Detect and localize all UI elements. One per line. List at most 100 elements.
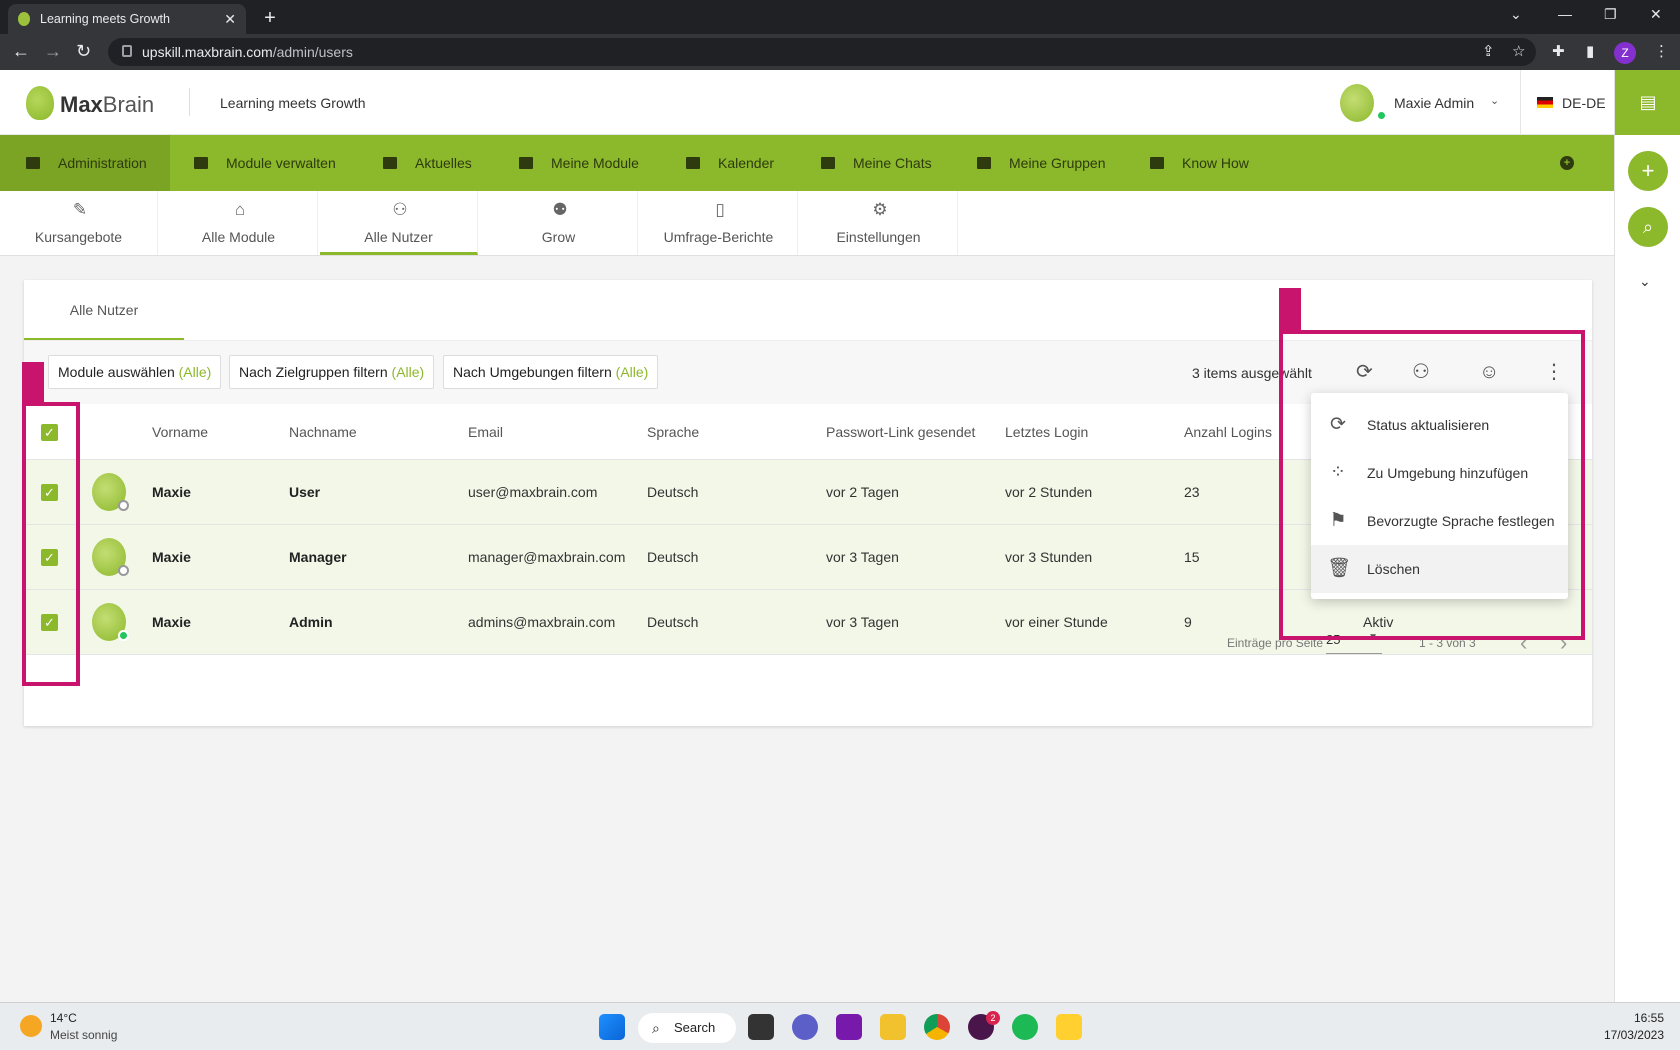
rail-expand-chevron-icon[interactable]: ⌄ bbox=[1639, 273, 1651, 290]
admin-sub-tabs: ✎ Kursangebote ⌂ Alle Module ⚇ Alle Nutz… bbox=[0, 191, 1614, 256]
people-group-icon: ⚉ bbox=[552, 200, 568, 219]
report-file-icon: ▯ bbox=[715, 200, 725, 219]
users-icon: ⚇ bbox=[392, 200, 408, 219]
close-tab-icon[interactable]: ✕ bbox=[224, 11, 236, 28]
language-selector[interactable]: DE-DE bbox=[1562, 95, 1606, 111]
chrome-menu-icon[interactable]: ⋮ bbox=[1654, 42, 1669, 60]
admin-icon bbox=[26, 157, 40, 169]
cell-first-name: Maxie bbox=[152, 614, 191, 630]
chat-panel-button[interactable]: ▤ bbox=[1615, 70, 1680, 135]
german-flag-icon bbox=[1537, 97, 1553, 108]
nav-aktuelles[interactable]: Aktuelles bbox=[383, 135, 472, 191]
nav-module-verwalten[interactable]: Module verwalten bbox=[194, 135, 336, 191]
tab-alle-nutzer[interactable]: ⚇ Alle Nutzer bbox=[320, 191, 478, 255]
restore-icon[interactable]: ❐ bbox=[1604, 6, 1617, 23]
miro-icon[interactable] bbox=[1056, 1014, 1082, 1040]
nav-meine-gruppen[interactable]: Meine Gruppen bbox=[977, 135, 1106, 191]
task-view-icon[interactable] bbox=[748, 1014, 774, 1040]
lock-icon bbox=[122, 45, 132, 57]
new-tab-button[interactable]: + bbox=[258, 7, 282, 31]
nav-add-icon[interactable]: + bbox=[1560, 156, 1574, 170]
calendar-icon bbox=[686, 157, 700, 169]
col-email[interactable]: Email bbox=[468, 424, 503, 440]
menu-highlight-tag bbox=[1279, 288, 1301, 332]
profile-avatar[interactable]: Z bbox=[1614, 42, 1636, 64]
online-status-dot bbox=[118, 630, 129, 641]
clock-date[interactable]: 17/03/2023 bbox=[1594, 1028, 1664, 1042]
user-menu-name[interactable]: Maxie Admin bbox=[1394, 95, 1474, 111]
add-button[interactable]: + bbox=[1628, 151, 1668, 191]
windows-start-icon[interactable] bbox=[599, 1014, 625, 1040]
environment-filter-button[interactable]: Nach Umgebungen filtern (Alle) bbox=[443, 355, 659, 389]
institution-icon: ⌂ bbox=[234, 200, 246, 219]
bookmark-star-icon[interactable]: ☆ bbox=[1512, 42, 1525, 60]
nav-meine-module[interactable]: Meine Module bbox=[519, 135, 639, 191]
tab-umfrage-berichte[interactable]: ▯ Umfrage-Berichte bbox=[640, 191, 798, 255]
onenote-icon[interactable] bbox=[836, 1014, 862, 1040]
graduation-cap-icon bbox=[519, 157, 533, 169]
extensions-icon[interactable]: ✚ bbox=[1552, 42, 1565, 60]
cell-last-name: User bbox=[289, 484, 321, 500]
address-bar[interactable]: upskill.maxbrain.com/admin/users bbox=[108, 38, 1536, 66]
reload-icon[interactable]: ↻ bbox=[76, 41, 91, 62]
nav-administration[interactable]: Administration bbox=[0, 135, 170, 191]
cell-first-name: Maxie bbox=[152, 549, 191, 565]
tab-grow[interactable]: ⚉ Grow bbox=[480, 191, 638, 255]
lang-divider bbox=[1520, 70, 1521, 135]
col-nachname[interactable]: Nachname bbox=[289, 424, 357, 440]
side-panel-icon[interactable]: ▮ bbox=[1586, 42, 1594, 60]
weather-desc[interactable]: Meist sonnig bbox=[50, 1028, 117, 1042]
logo-text[interactable]: MaxBrain bbox=[60, 92, 154, 118]
chevron-down-icon[interactable]: ⌄ bbox=[1490, 94, 1499, 107]
spotify-icon[interactable] bbox=[1012, 1014, 1038, 1040]
target-group-filter-button[interactable]: Nach Zielgruppen filtern (Alle) bbox=[229, 355, 435, 389]
groups-icon bbox=[977, 157, 991, 169]
browser-tab[interactable]: Learning meets Growth ✕ bbox=[8, 4, 246, 34]
teams-icon[interactable] bbox=[792, 1014, 818, 1040]
col-anzahl-logins[interactable]: Anzahl Logins bbox=[1184, 424, 1272, 440]
col-vorname[interactable]: Vorname bbox=[152, 424, 208, 440]
tab-search-icon[interactable]: ⌄ bbox=[1510, 6, 1522, 23]
col-sprache[interactable]: Sprache bbox=[647, 424, 699, 440]
offline-status-dot bbox=[118, 565, 129, 576]
close-window-icon[interactable]: ✕ bbox=[1650, 6, 1662, 23]
slack-badge: 2 bbox=[986, 1011, 1000, 1025]
favicon-icon bbox=[18, 12, 30, 26]
cell-last-login: vor einer Stunde bbox=[1005, 614, 1108, 630]
cell-password-link: vor 3 Tagen bbox=[826, 614, 899, 630]
cell-last-name: Manager bbox=[289, 549, 347, 565]
browser-toolbar: ← → ↻ upskill.maxbrain.com/admin/users ⇪… bbox=[0, 34, 1680, 70]
maxbrain-logo-icon[interactable] bbox=[26, 86, 54, 120]
tab-alle-module[interactable]: ⌂ Alle Module bbox=[160, 191, 318, 255]
url-path: /admin/users bbox=[272, 44, 353, 60]
tab-kursangebote[interactable]: ✎ Kursangebote bbox=[0, 191, 158, 255]
file-explorer-icon[interactable] bbox=[880, 1014, 906, 1040]
forward-icon[interactable]: → bbox=[44, 41, 62, 62]
col-passwort-link[interactable]: Passwort-Link gesendet bbox=[826, 424, 975, 440]
cell-language: Deutsch bbox=[647, 549, 699, 565]
weather-temp[interactable]: 14°C bbox=[50, 1011, 77, 1025]
module-filter-button[interactable]: Module auswählen (Alle) bbox=[48, 355, 222, 389]
message-icon: ▤ bbox=[1639, 92, 1657, 112]
minimize-icon[interactable]: — bbox=[1558, 6, 1572, 22]
user-avatar[interactable] bbox=[1340, 84, 1374, 122]
clock-time[interactable]: 16:55 bbox=[1614, 1011, 1664, 1025]
share-icon[interactable]: ⇪ bbox=[1482, 42, 1495, 60]
cell-email: manager@maxbrain.com bbox=[468, 549, 626, 565]
weather-sun-icon[interactable] bbox=[20, 1015, 42, 1037]
browser-tab-title: Learning meets Growth bbox=[40, 12, 170, 26]
windows-taskbar: 14°C Meist sonnig ⌕ Search 2 16:55 17/03… bbox=[0, 1002, 1680, 1050]
checkbox-column-highlight bbox=[22, 402, 80, 686]
chrome-icon[interactable] bbox=[924, 1014, 950, 1040]
nav-meine-chats[interactable]: Meine Chats bbox=[821, 135, 932, 191]
col-letztes-login[interactable]: Letztes Login bbox=[1005, 424, 1088, 440]
nav-know-how[interactable]: Know How bbox=[1150, 135, 1249, 191]
card-tab-alle-nutzer[interactable]: Alle Nutzer bbox=[24, 280, 184, 340]
tab-einstellungen[interactable]: ⚙ Einstellungen bbox=[800, 191, 958, 255]
app-header: MaxBrain Learning meets Growth Maxie Adm… bbox=[0, 70, 1614, 135]
search-button[interactable]: ⌕ bbox=[1628, 207, 1668, 247]
taskbar-search[interactable]: ⌕ Search bbox=[638, 1013, 736, 1043]
back-icon[interactable]: ← bbox=[12, 41, 30, 62]
nav-kalender[interactable]: Kalender bbox=[686, 135, 774, 191]
menu-highlight bbox=[1279, 330, 1585, 640]
